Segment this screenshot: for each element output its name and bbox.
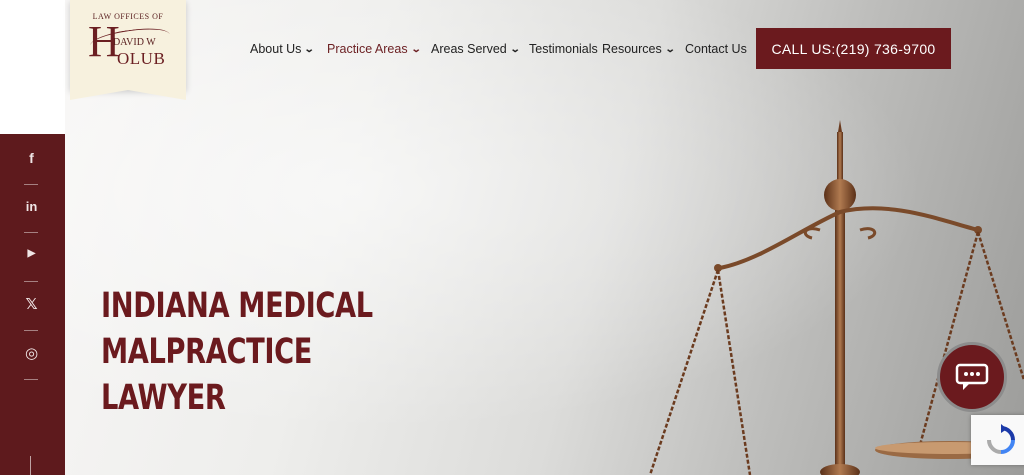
headline-line-1: INDIANA MEDICAL MALPRACTICE (101, 286, 373, 372)
nav-label: Contact Us (685, 42, 747, 56)
nav-label: Resources (602, 42, 662, 56)
nav-label: About Us (250, 42, 302, 56)
nav-about-us[interactable]: About Us ⌄ (250, 42, 316, 56)
instagram-icon[interactable]: ◎ (0, 344, 63, 362)
chevron-down-icon: ⌄ (664, 43, 676, 55)
scroll-line (30, 456, 31, 475)
nav-practice-areas[interactable]: Practice Areas ⌄ (327, 42, 422, 56)
divider (24, 330, 38, 331)
divider (24, 232, 38, 233)
nav-label: Practice Areas (327, 42, 408, 56)
divider (24, 281, 38, 282)
social-sidebar: f in ▶ 𝕏 ◎ (0, 134, 65, 475)
nav-label: Areas Served (431, 42, 507, 56)
nav-label: Testimonials (529, 42, 598, 56)
chevron-down-icon: ⌄ (509, 43, 521, 55)
call-us-button[interactable]: CALL US:(219) 736-9700 (756, 28, 951, 69)
divider (24, 379, 38, 380)
nav-resources[interactable]: Resources ⌄ (602, 42, 676, 56)
linkedin-icon[interactable]: in (0, 199, 63, 214)
chat-button[interactable] (937, 342, 1007, 412)
chat-bubble-icon (955, 363, 989, 390)
scales-of-justice-image (648, 120, 1024, 475)
headline-line-2: LAWYER (101, 378, 226, 418)
recaptcha-badge[interactable] (971, 415, 1024, 465)
logo-name-middle: DAVID W (113, 37, 156, 48)
recaptcha-icon (987, 424, 1015, 454)
firm-logo[interactable]: LAW OFFICES OF H DAVID W OLUB (70, 0, 186, 100)
youtube-icon[interactable]: ▶ (0, 248, 63, 259)
logo-name-rest: OLUB (117, 49, 166, 68)
nav-testimonials[interactable]: Testimonials (529, 42, 598, 56)
page-headline: INDIANA MEDICAL MALPRACTICE LAWYER (101, 283, 460, 421)
nav-areas-served[interactable]: Areas Served ⌄ (431, 42, 521, 56)
divider (24, 184, 38, 185)
chevron-down-icon: ⌄ (410, 43, 422, 55)
facebook-icon[interactable]: f (0, 150, 63, 166)
x-twitter-icon[interactable]: 𝕏 (0, 295, 63, 313)
nav-contact-us[interactable]: Contact Us (685, 42, 747, 56)
chevron-down-icon: ⌄ (304, 43, 316, 55)
